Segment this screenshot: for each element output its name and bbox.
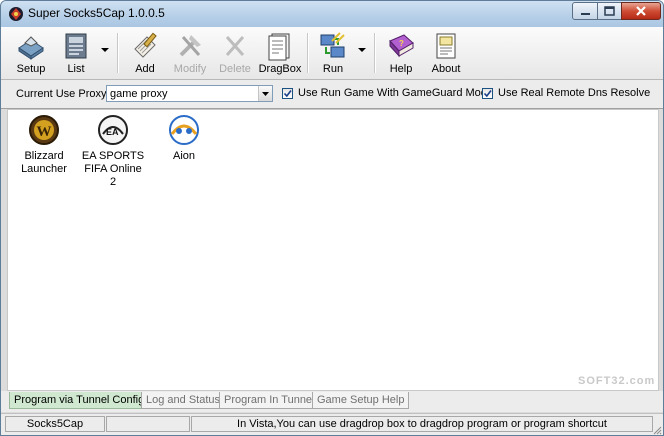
list-label: List	[67, 63, 85, 75]
run-label: Run	[322, 63, 344, 75]
dns-label: Use Real Remote Dns Resolve	[498, 87, 651, 99]
tab-bar: Program via Tunnel Config Log and Status…	[1, 391, 663, 412]
modify-button[interactable]: Modify	[172, 29, 208, 75]
run-dropdown-arrow-icon[interactable]	[357, 45, 367, 55]
app-window: Super Socks5Cap 1.0.0.5 Setup List Add M…	[0, 0, 664, 436]
tab-game-setup-help[interactable]: Game Setup Help	[312, 392, 410, 409]
setup-icon	[18, 36, 44, 60]
minimize-button[interactable]	[572, 2, 598, 20]
toolbar-separator	[117, 33, 119, 73]
blizzard-launcher-icon: W	[29, 115, 59, 145]
run-button[interactable]: Run	[315, 29, 351, 75]
current-proxy-label: Current Use Proxy :	[16, 88, 113, 100]
program-item-ea-sports[interactable]: EA EA SPORTS FIFA Online 2	[80, 114, 146, 189]
list-icon	[65, 33, 87, 59]
delete-label: Delete	[219, 63, 251, 75]
status-message: In Vista,You can use dragdrop box to dra…	[191, 416, 653, 432]
svg-text:?: ?	[399, 39, 404, 48]
modify-icon	[179, 35, 201, 57]
proxy-select-dropdown-button[interactable]	[258, 86, 272, 101]
add-label: Add	[135, 63, 155, 75]
aion-icon	[169, 115, 199, 145]
close-icon	[636, 6, 646, 16]
dragbox-button[interactable]: DragBox	[259, 29, 301, 75]
title-bar[interactable]: Super Socks5Cap 1.0.0.5	[1, 1, 663, 27]
program-item-aion[interactable]: Aion	[151, 114, 217, 163]
help-label: Help	[389, 63, 413, 75]
setup-label: Setup	[16, 63, 46, 75]
ea-sports-icon: EA	[98, 115, 128, 145]
chevron-down-icon	[262, 92, 269, 96]
run-icon	[320, 32, 345, 58]
dragbox-icon	[268, 33, 290, 61]
tab-program-via-tunnel-config[interactable]: Program via Tunnel Config	[9, 392, 150, 409]
about-icon	[436, 33, 456, 59]
svg-text:EA: EA	[106, 127, 119, 137]
modify-label: Modify	[173, 63, 207, 75]
proxy-bar: Current Use Proxy : game proxy Use Run G…	[1, 80, 663, 109]
watermark: SOFT32.com	[578, 375, 656, 387]
tab-log-and-status[interactable]: Log and Status	[141, 392, 226, 409]
toolbar-separator	[374, 33, 376, 73]
close-button[interactable]	[621, 2, 661, 20]
status-bar: Socks5Cap In Vista,You can use dragdrop …	[1, 413, 663, 435]
tab-program-in-tunnel[interactable]: Program In Tunnel	[219, 392, 320, 409]
proxy-select-value: game proxy	[110, 88, 168, 100]
help-button[interactable]: ? Help	[383, 29, 419, 75]
delete-icon	[225, 36, 245, 56]
delete-button[interactable]: Delete	[217, 29, 253, 75]
app-icon	[9, 7, 23, 21]
minimize-icon	[581, 13, 590, 15]
svg-text:W: W	[37, 124, 52, 140]
toolbar: Setup List Add Modify Delete DragBox Run…	[1, 27, 663, 80]
add-button[interactable]: Add	[127, 29, 163, 75]
checkmark-icon	[283, 90, 292, 98]
status-app-name: Socks5Cap	[5, 416, 105, 432]
maximize-icon	[604, 6, 615, 16]
about-label: About	[431, 63, 461, 75]
checkmark-icon	[483, 90, 492, 98]
resize-grip-icon[interactable]	[652, 425, 662, 435]
program-list[interactable]: W Blizzard Launcher EA EA SPORTS FIFA Onli…	[7, 109, 659, 391]
maximize-button[interactable]	[597, 2, 622, 20]
help-icon: ?	[389, 34, 414, 58]
program-item-label: Aion	[172, 150, 196, 162]
window-title: Super Socks5Cap 1.0.0.5	[28, 6, 165, 20]
status-empty-cell	[106, 416, 190, 432]
gameguard-checkbox[interactable]	[282, 88, 293, 99]
dragbox-label: DragBox	[258, 63, 302, 75]
program-item-label: EA SPORTS FIFA Online 2	[81, 150, 145, 188]
dns-checkbox[interactable]	[482, 88, 493, 99]
gameguard-label: Use Run Game With GameGuard Mode	[298, 87, 494, 99]
list-button[interactable]: List	[58, 29, 94, 75]
program-item-label: Blizzard Launcher	[21, 150, 67, 175]
proxy-select[interactable]: game proxy	[106, 85, 273, 102]
about-button[interactable]: About	[428, 29, 464, 75]
program-item-blizzard-launcher[interactable]: W Blizzard Launcher	[11, 114, 77, 176]
add-icon	[134, 32, 157, 58]
list-dropdown-arrow-icon[interactable]	[100, 45, 110, 55]
setup-button[interactable]: Setup	[13, 29, 49, 75]
